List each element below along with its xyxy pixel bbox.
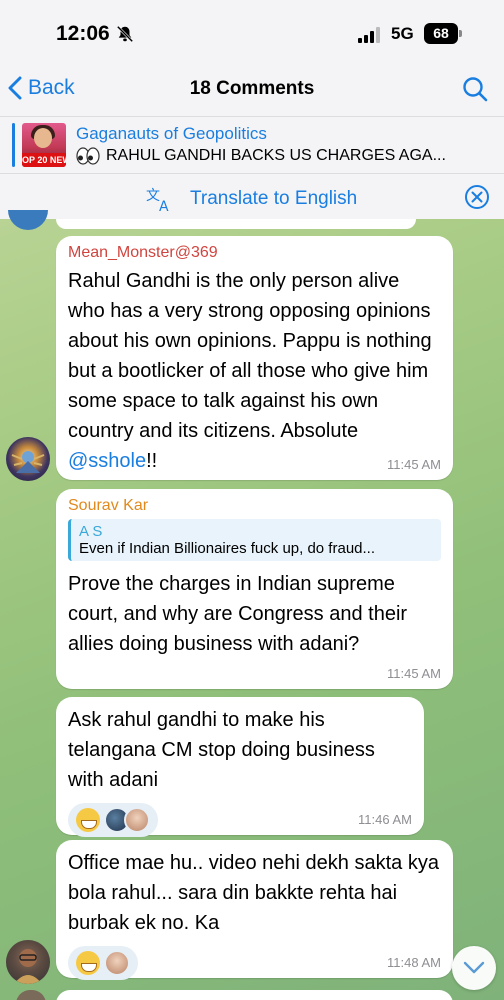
comment-text-body: Rahul Gandhi is the only person alive wh… [68,270,432,442]
previous-avatar-edge [8,210,48,230]
reactions [68,946,441,980]
battery-icon: 68 [424,23,462,44]
close-translate-button[interactable] [464,184,490,215]
eyes-emoji-icon [76,147,100,165]
back-button[interactable]: Back [8,76,75,100]
reply-author: A S [79,523,103,540]
comment-text: Office mae hu.. video nehi dekh sakta ky… [68,852,439,934]
post-thumbnail: OP 20 NEW [22,123,66,167]
avatar-art-icon [11,451,45,473]
page-title: 18 Comments [189,78,315,99]
svg-text:文: 文 [146,188,160,204]
grinning-emoji-icon [76,951,100,975]
scroll-to-bottom-button[interactable] [452,946,496,990]
reply-text: Even if Indian Billionaires fuck up, do … [79,540,376,557]
avatar-photo-icon [6,940,50,984]
comment-author[interactable]: Mean_Monster@369 [68,244,441,262]
translate-bar: 文 A Translate to English [0,173,504,219]
nav-bar: Back 18 Comments [0,64,504,116]
svg-text:A: A [159,199,169,212]
comment-text: Rahul Gandhi is the only person alive wh… [68,266,441,476]
search-icon [463,77,488,102]
translate-button[interactable]: 文 A Translate to English [146,186,357,212]
chevron-left-icon [8,76,22,100]
channel-post-header[interactable]: OP 20 NEW Gaganauts of Geopolitics RAHUL… [0,116,504,173]
message-time: 11:45 AM [387,666,441,681]
grinning-emoji-icon [76,808,100,832]
back-label: Back [28,76,75,99]
previous-bubble-edge [56,219,416,229]
post-preview-text: RAHUL GANDHI BACKS US CHARGES AGA... [106,147,446,164]
accent-bar [12,123,15,167]
status-time: 12:06 [56,22,110,45]
reply-quote[interactable]: A S Even if Indian Billionaires fuck up,… [68,519,441,561]
status-bar: 12:06 5G 68 [0,0,504,64]
avatar[interactable] [6,940,50,984]
close-circle-icon [465,185,489,209]
network-type: 5G [391,24,414,43]
mention-link[interactable]: @sshole [68,450,146,472]
reaction-chip[interactable] [68,803,158,837]
message-time: 11:48 AM [387,955,441,970]
comment-bubble[interactable]: Office mae hu.. video nehi dekh sakta ky… [56,840,453,980]
reaction-chip[interactable] [68,946,138,980]
comment-bubble[interactable]: Mean_Monster@369 Rahul Gandhi is the onl… [56,236,453,480]
search-button[interactable] [462,76,488,107]
comment-bubble[interactable]: Ask rahul gandhi to make his telangana C… [56,697,424,837]
comment-text: Ask rahul gandhi to make his telangana C… [68,709,375,791]
comment-text: Prove the charges in Indian supreme cour… [68,573,408,655]
translate-icon: 文 A [146,188,169,212]
signal-icon [358,27,380,43]
channel-name: Gaganauts of Geopolitics [76,124,267,143]
post-preview: RAHUL GANDHI BACKS US CHARGES AGA... [76,147,446,165]
message-time: 11:45 AM [387,457,441,472]
comment-text-tail: !! [146,450,158,472]
avatar[interactable] [6,437,50,481]
thumbnail-band-text: OP 20 NEW [22,153,66,167]
bell-muted-icon [116,25,134,43]
comment-bubble[interactable]: Sourav Kar A S Even if Indian Billionair… [56,489,453,689]
battery-level: 68 [433,25,449,41]
next-avatar-edge [16,990,46,1000]
reactor-avatar [104,950,130,976]
reactor-avatar [124,807,150,833]
comment-author[interactable]: Sourav Kar [68,497,441,515]
chevron-down-icon [463,961,485,974]
translate-label: Translate to English [190,188,358,209]
next-bubble-edge [56,990,453,1000]
message-time: 11:46 AM [358,812,412,827]
